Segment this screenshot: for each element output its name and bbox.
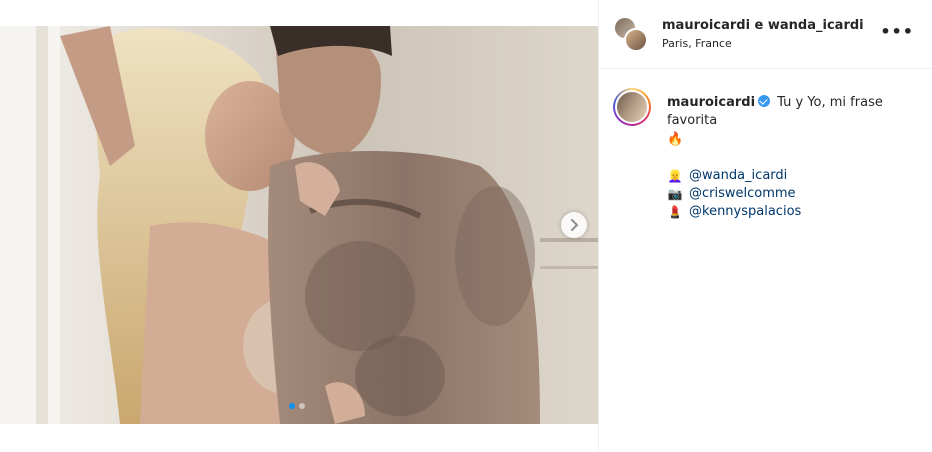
avatar[interactable] [624, 28, 648, 52]
carousel-dots [289, 403, 305, 409]
camera-emoji-icon: 📷 [667, 187, 683, 201]
collab-avatars[interactable] [613, 16, 649, 52]
credit-line: 📷 @criswelcomme [667, 185, 923, 203]
avatar [615, 90, 649, 124]
carousel-dot [299, 403, 305, 409]
caption-username[interactable]: mauroicardi [667, 95, 755, 110]
caption-text-block: mauroicardi Tu y Yo, mi frase favorita 🔥… [667, 94, 923, 221]
post-sidebar: mauroicardi e wanda_icardi Paris, France… [598, 0, 932, 452]
carousel-dot-active [289, 403, 295, 409]
chevron-right-icon [571, 219, 579, 231]
carousel-next-button[interactable] [561, 212, 587, 238]
post-photo [0, 26, 598, 424]
header-usernames[interactable]: mauroicardi e wanda_icardi [662, 18, 864, 33]
caption-avatar[interactable] [613, 88, 651, 126]
location-link[interactable]: Paris, France [662, 37, 732, 50]
verified-badge-icon [758, 95, 771, 107]
post-header: mauroicardi e wanda_icardi Paris, France… [599, 0, 932, 69]
credit-line: 💄 @kennyspalacios [667, 203, 923, 221]
post-media[interactable] [0, 26, 598, 424]
mention-link[interactable]: @kennyspalacios [689, 203, 801, 221]
mention-link[interactable]: @wanda_icardi [689, 167, 787, 185]
mention-link[interactable]: @criswelcomme [689, 185, 796, 203]
fire-emoji-icon: 🔥 [667, 132, 684, 147]
lipstick-emoji-icon: 💄 [667, 205, 683, 219]
more-options-icon[interactable]: ••• [880, 22, 914, 41]
caption-credits: 👱‍♀️ @wanda_icardi 📷 @criswelcomme 💄 @ke… [667, 167, 923, 221]
woman-emoji-icon: 👱‍♀️ [667, 169, 683, 183]
instagram-post: mauroicardi e wanda_icardi Paris, France… [0, 0, 932, 452]
credit-line: 👱‍♀️ @wanda_icardi [667, 167, 923, 185]
